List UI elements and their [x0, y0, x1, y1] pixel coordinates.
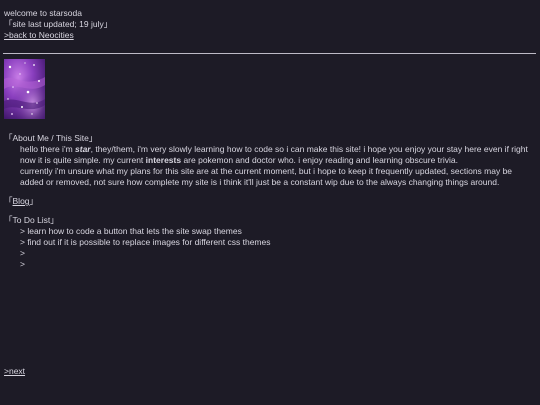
header-divider	[3, 53, 536, 54]
site-header: welcome to starsoda 「site last updated; …	[4, 8, 534, 41]
todo-heading: 「To Do List」	[4, 215, 59, 225]
welcome-text: welcome to starsoda	[4, 8, 82, 18]
interests-emphasis: interests	[145, 155, 182, 165]
next-link[interactable]: >next	[4, 366, 25, 376]
name-emphasis: star	[75, 144, 91, 154]
blog-section: 「Blog」	[4, 196, 530, 207]
todo-item: >	[20, 248, 25, 258]
todo-item: > find out if it is possible to replace …	[20, 237, 271, 247]
about-p1-start: hello there i'm	[20, 144, 76, 154]
about-paragraph-1: hello there i'm star, they/them, i'm ver…	[4, 144, 530, 166]
about-heading: 「About Me / This Site」	[4, 133, 98, 143]
todo-item: >	[20, 259, 25, 269]
about-paragraph-2: currently i'm unsure what my plans for t…	[20, 166, 513, 187]
blog-bracket-close: 」	[29, 196, 39, 206]
todo-item: > learn how to code a button that lets t…	[20, 226, 242, 236]
last-updated-text: 「site last updated; 19 july」	[4, 19, 113, 29]
main-content: 「About Me / This Site」 hello there i'm s…	[4, 133, 530, 270]
site-footer: >next	[4, 366, 25, 377]
galaxy-avatar-image	[4, 59, 45, 119]
blog-link[interactable]: Blog	[13, 196, 30, 206]
blog-bracket-open: 「	[4, 196, 13, 206]
back-to-neocities-link[interactable]: >back to Neocities	[4, 30, 74, 40]
about-p1-end: are pokemon and doctor who. i enjoy read…	[181, 155, 458, 165]
